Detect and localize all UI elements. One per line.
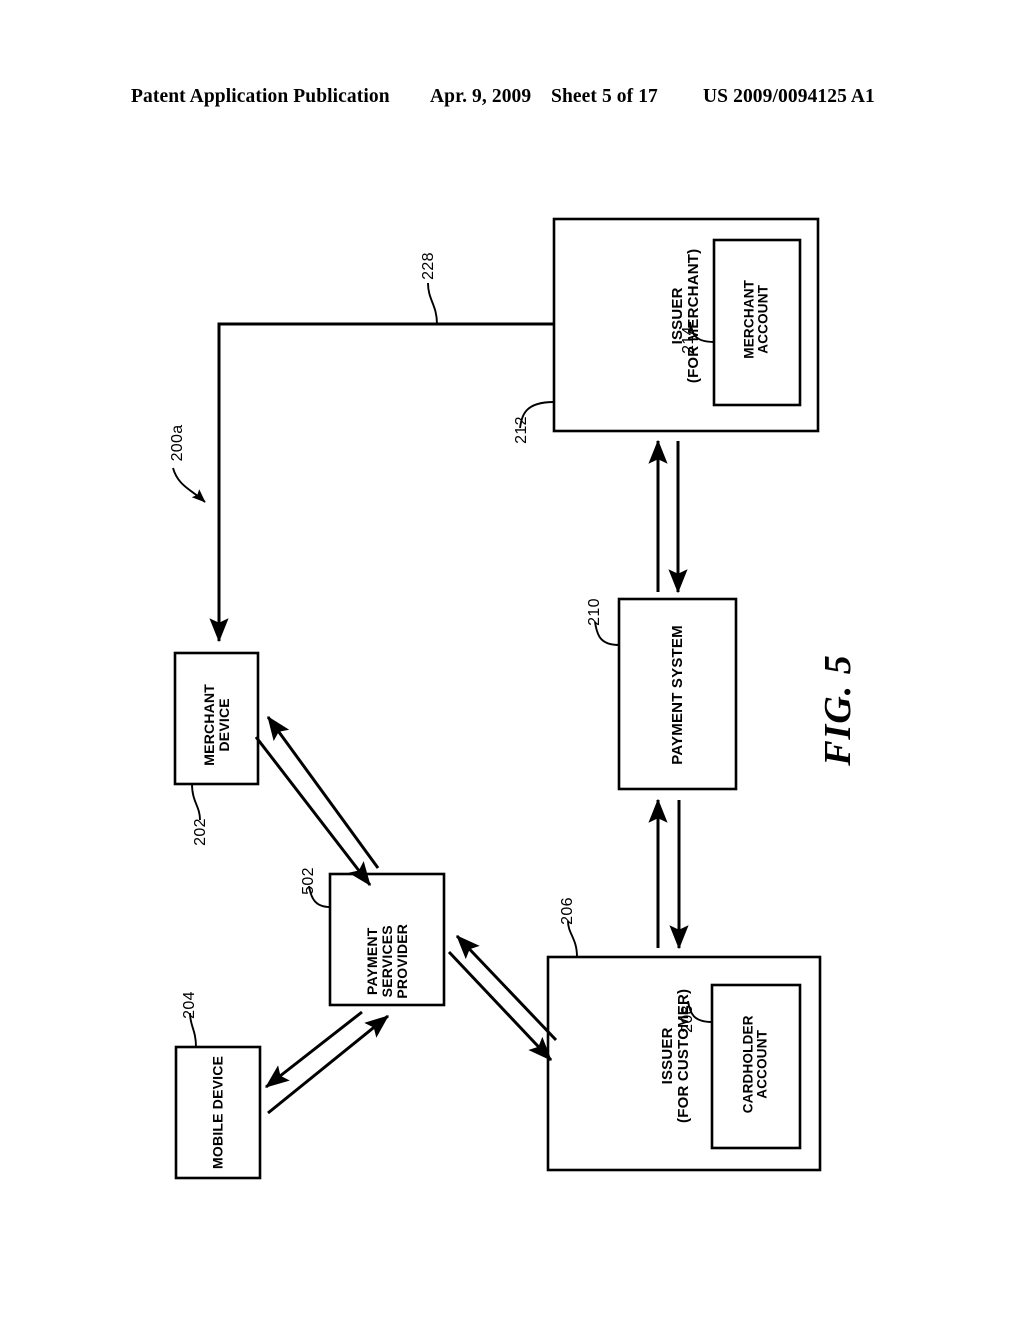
arrow-mobile-device-to-psp [267, 1014, 389, 1115]
box-cardholder-account [710, 983, 802, 1150]
leader-214 [689, 321, 715, 343]
box-issuer-customer [546, 955, 822, 1172]
box-mobile-device [174, 1045, 262, 1180]
connector-228-line [209, 322, 554, 643]
leader-208 [687, 1000, 713, 1023]
arrow-issuer-customer-to-psp [455, 934, 558, 1042]
box-merchant-device [173, 651, 260, 786]
leader-206 [567, 920, 578, 958]
box-payment-system [617, 597, 738, 791]
box-merchant-account [712, 238, 802, 407]
figure-caption: FIG. 5 [817, 654, 859, 766]
leader-210 [594, 621, 620, 646]
arrow-psp-to-issuer-customer [447, 950, 553, 1062]
leader-202 [191, 783, 201, 821]
leader-204 [189, 1012, 197, 1048]
leader-200a [172, 467, 206, 503]
patent-figure-5: ISSUER (FOR MERCHANT) MERCHANT ACCOUNT P… [0, 0, 1024, 1320]
leader-228 [427, 282, 438, 325]
leader-502 [308, 885, 331, 908]
figure-line-art [172, 217, 822, 1180]
box-payment-services-provider [328, 872, 446, 1007]
box-issuer-merchant [552, 217, 820, 433]
arrow-psp-to-merchant-device [266, 716, 380, 869]
leader-212 [519, 401, 555, 429]
arrow-merchant-device-to-psp [254, 736, 372, 886]
